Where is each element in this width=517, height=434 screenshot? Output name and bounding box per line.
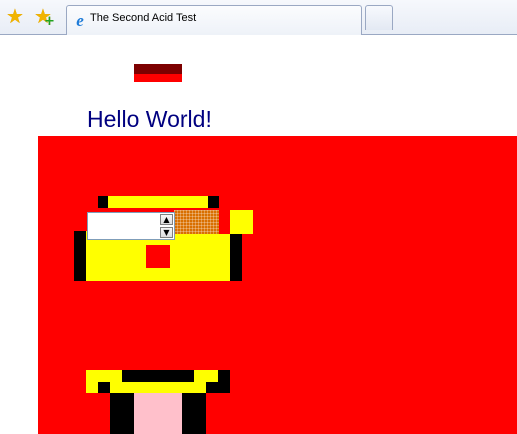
browser-window: ★ ★ + e The Second Acid Test Hello World! — [0, 0, 517, 434]
lower-top-right-band — [194, 370, 218, 382]
tab-strip: ★ ★ + e The Second Acid Test — [0, 0, 517, 35]
lower-top-right-outline — [218, 370, 230, 393]
red-gap — [219, 210, 230, 234]
tab-title: The Second Acid Test — [90, 12, 197, 24]
page-content: Hello World! ▲ ▼ — [0, 35, 517, 434]
up-arrow-icon[interactable]: ▲ — [160, 214, 173, 225]
lower-top-center-outline — [122, 370, 194, 382]
face-left-outline — [74, 231, 86, 281]
lower-band-right-outline — [206, 382, 218, 393]
favorites-star-icon[interactable]: ★ — [2, 3, 28, 29]
tongue-right-outline — [182, 393, 206, 434]
top-red-block — [134, 64, 182, 82]
page-heading: Hello World! — [87, 106, 212, 132]
spinner-field[interactable]: ▲ ▼ — [87, 212, 175, 240]
browser-tab[interactable]: e The Second Acid Test — [66, 5, 362, 35]
acid-test-canvas: ▲ ▼ — [38, 136, 517, 434]
spinner-input[interactable] — [89, 214, 158, 238]
face-top-right-outline — [208, 196, 219, 208]
add-favorites-icon[interactable]: ★ + — [30, 3, 56, 29]
face-top-band — [108, 196, 208, 208]
lower-band-left-outline — [98, 382, 110, 393]
lower-top-left-band — [86, 370, 122, 382]
new-tab-button[interactable] — [365, 5, 393, 30]
orange-grid-block — [174, 210, 219, 234]
tongue-left-outline — [110, 393, 134, 434]
tongue — [134, 393, 182, 434]
down-arrow-icon[interactable]: ▼ — [160, 227, 173, 238]
lower-band-left — [86, 382, 98, 393]
face-right-outline — [230, 232, 242, 281]
face-top-left-outline — [98, 196, 108, 208]
ie-icon: e — [76, 11, 84, 30]
lower-band-center — [110, 382, 206, 393]
right-yellow-block — [230, 210, 253, 234]
red-square — [146, 245, 170, 268]
add-icon: + — [44, 14, 55, 29]
